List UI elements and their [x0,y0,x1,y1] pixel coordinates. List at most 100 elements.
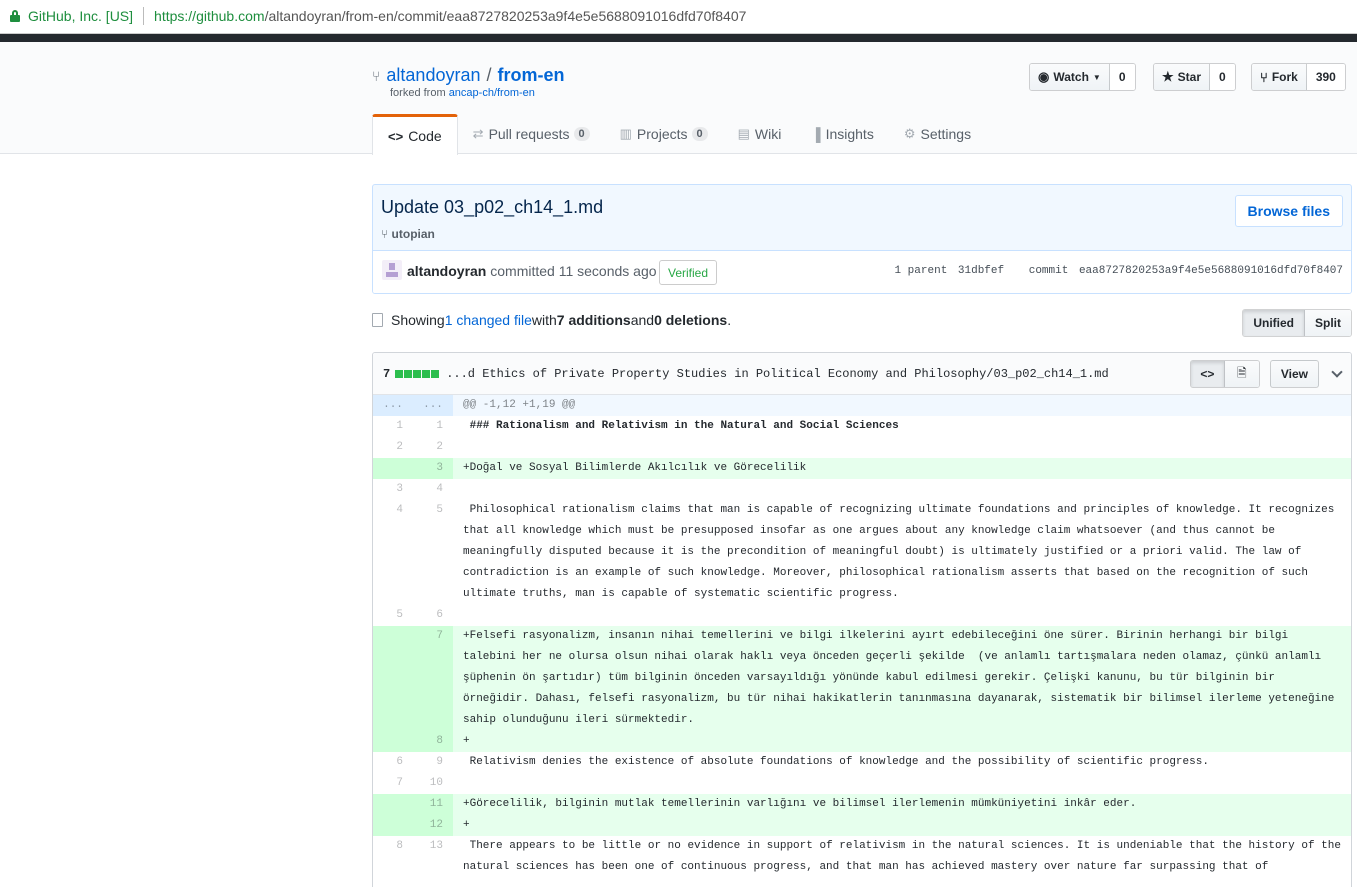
graph-icon: ▐ [811,126,821,142]
tab-label: Settings [920,126,972,142]
hunk-header: ... ... @@ -1,12 +1,19 @@ [373,395,1351,416]
line-number-old[interactable] [373,794,413,815]
line-number-old[interactable] [373,731,413,752]
fork-count[interactable]: 390 [1306,64,1345,90]
star-label: Star [1177,70,1201,84]
tab-wiki[interactable]: ▤ Wiki [723,114,797,154]
line-number-new[interactable]: 3 [413,458,453,479]
line-number-old[interactable] [373,458,413,479]
tab-pull-requests[interactable]: ⇄ Pull requests 0 [458,114,605,154]
watch-label: Watch [1053,70,1089,84]
commit-author: altandoyran committed 11 seconds ago [407,263,657,279]
line-number-new[interactable]: 7 [413,626,453,731]
hunk-expand-left[interactable]: ... [373,395,413,416]
tab-settings[interactable]: ⚙ Settings [889,114,986,154]
commit-summary: Update 03_p02_ch14_1.md ⑂ utopian Browse… [372,184,1352,294]
line-code: +Doğal ve Sosyal Bilimlerde Akılcılık ve… [453,458,1351,479]
star-button[interactable]: ★ Star [1154,64,1210,90]
branch-icon: ⑂ [381,227,389,241]
chevron-down-icon[interactable] [1331,366,1343,378]
url-host[interactable]: https://github.com [154,8,265,24]
forked-from-link[interactable]: ancap-ch/from-en [449,87,535,99]
tab-label: Code [408,128,442,144]
watch-count[interactable]: 0 [1109,64,1135,90]
fork-button[interactable]: ⑂ Fork [1252,64,1307,90]
file-actions: <> 🗎 View [1189,360,1343,388]
lock-icon [10,10,20,22]
watch-button[interactable]: ◉ Watch ▼ [1030,64,1110,90]
file-path[interactable]: ...d Ethics of Private Property Studies … [446,367,1109,381]
line-number-new[interactable]: 10 [413,773,453,794]
line-number-old[interactable] [373,815,413,836]
line-code [453,605,1351,626]
line-number-new[interactable]: 2 [413,437,453,458]
tab-projects[interactable]: ▥ Projects 0 [605,114,723,154]
line-code: There appears to be little or no evidenc… [463,840,1348,873]
repo-header: ⑂ altandoyran / from-en forked from anca… [0,42,1357,155]
code-icon: <> [388,128,404,144]
forked-from: forked from ancap-ch/from-en [390,87,535,99]
file-diff-icon[interactable] [372,313,383,327]
browse-files-button[interactable]: Browse files [1234,195,1343,227]
fork-icon: ⑂ [1260,69,1268,85]
parent-sha-link[interactable]: 31dbfef [958,265,1004,277]
tab-insights[interactable]: ▐ Insights [796,114,888,154]
line-number-new[interactable]: 11 [413,794,453,815]
line-number-old[interactable]: 7 [373,773,413,794]
tab-label: Projects [636,126,688,142]
diff-line-context: 22 [373,437,1351,458]
line-number-old[interactable]: 2 [373,437,413,458]
line-number-new[interactable]: 8 [413,731,453,752]
rich-diff-button[interactable]: 🗎 [1224,361,1259,387]
line-number-old[interactable]: 4 [373,500,413,605]
line-code [453,773,1351,794]
commit-title: Update 03_p02_ch14_1.md [381,197,604,217]
split-button[interactable]: Split [1305,310,1351,336]
fork-label: Fork [1271,70,1298,84]
view-file-button[interactable]: View [1269,360,1319,388]
star-count[interactable]: 0 [1210,64,1235,90]
author-link[interactable]: altandoyran [407,263,486,279]
book-icon: ▤ [737,126,750,141]
line-number-old[interactable] [373,626,413,731]
project-icon: ▥ [619,126,632,141]
diff-table: ... ... @@ -1,12 +1,19 @@ 11 ### Rationa… [373,395,1351,878]
line-number-old[interactable]: 1 [373,416,413,437]
site-identity[interactable]: GitHub, Inc. [US] [28,8,133,24]
line-number-new[interactable]: 9 [413,752,453,773]
tab-code[interactable]: <> Code [372,114,458,155]
divider [143,7,145,25]
address-bar[interactable]: GitHub, Inc. [US] https://github.com/alt… [0,0,1357,34]
line-number-new[interactable]: 4 [413,479,453,500]
line-number-new[interactable]: 13 [413,836,453,878]
summary-text: and [630,312,655,328]
deletions-count: 0 deletions [654,312,728,328]
diff-line-context: 69 Relativism denies the existence of ab… [373,752,1351,773]
branch-name[interactable]: utopian [392,227,435,241]
repo-owner-link[interactable]: altandoyran [386,65,480,86]
url-path[interactable]: /altandoyran/from-en/commit/eaa872782025… [265,8,747,24]
changed-files-link[interactable]: 1 changed file [445,312,532,328]
summary-text: with [531,312,557,328]
line-number-old[interactable]: 5 [373,605,413,626]
diffstat-blocks [395,370,440,378]
source-diff-button[interactable]: <> [1190,361,1225,387]
unified-button[interactable]: Unified [1243,310,1305,336]
avatar[interactable] [382,260,402,280]
hunk-expand-right[interactable]: ... [413,395,453,416]
fork-group: ⑂ Fork 390 [1251,63,1346,91]
line-number-new[interactable]: 12 [413,815,453,836]
verified-badge[interactable]: Verified [659,260,718,285]
line-number-new[interactable]: 5 [413,500,453,605]
line-number-old[interactable]: 8 [373,836,413,878]
line-number-new[interactable]: 1 [413,416,453,437]
line-code: ### Rationalism and Relativism in the Na… [463,420,899,432]
hunk-text: @@ -1,12 +1,19 @@ [453,395,1351,416]
tab-label: Wiki [754,126,782,142]
line-number-old[interactable]: 6 [373,752,413,773]
line-number-new[interactable]: 6 [413,605,453,626]
diff-line-context: 45 Philosophical rationalism claims that… [373,500,1351,605]
repo-name-link[interactable]: from-en [498,65,565,86]
line-number-old[interactable]: 3 [373,479,413,500]
tab-label: Insights [825,126,874,142]
